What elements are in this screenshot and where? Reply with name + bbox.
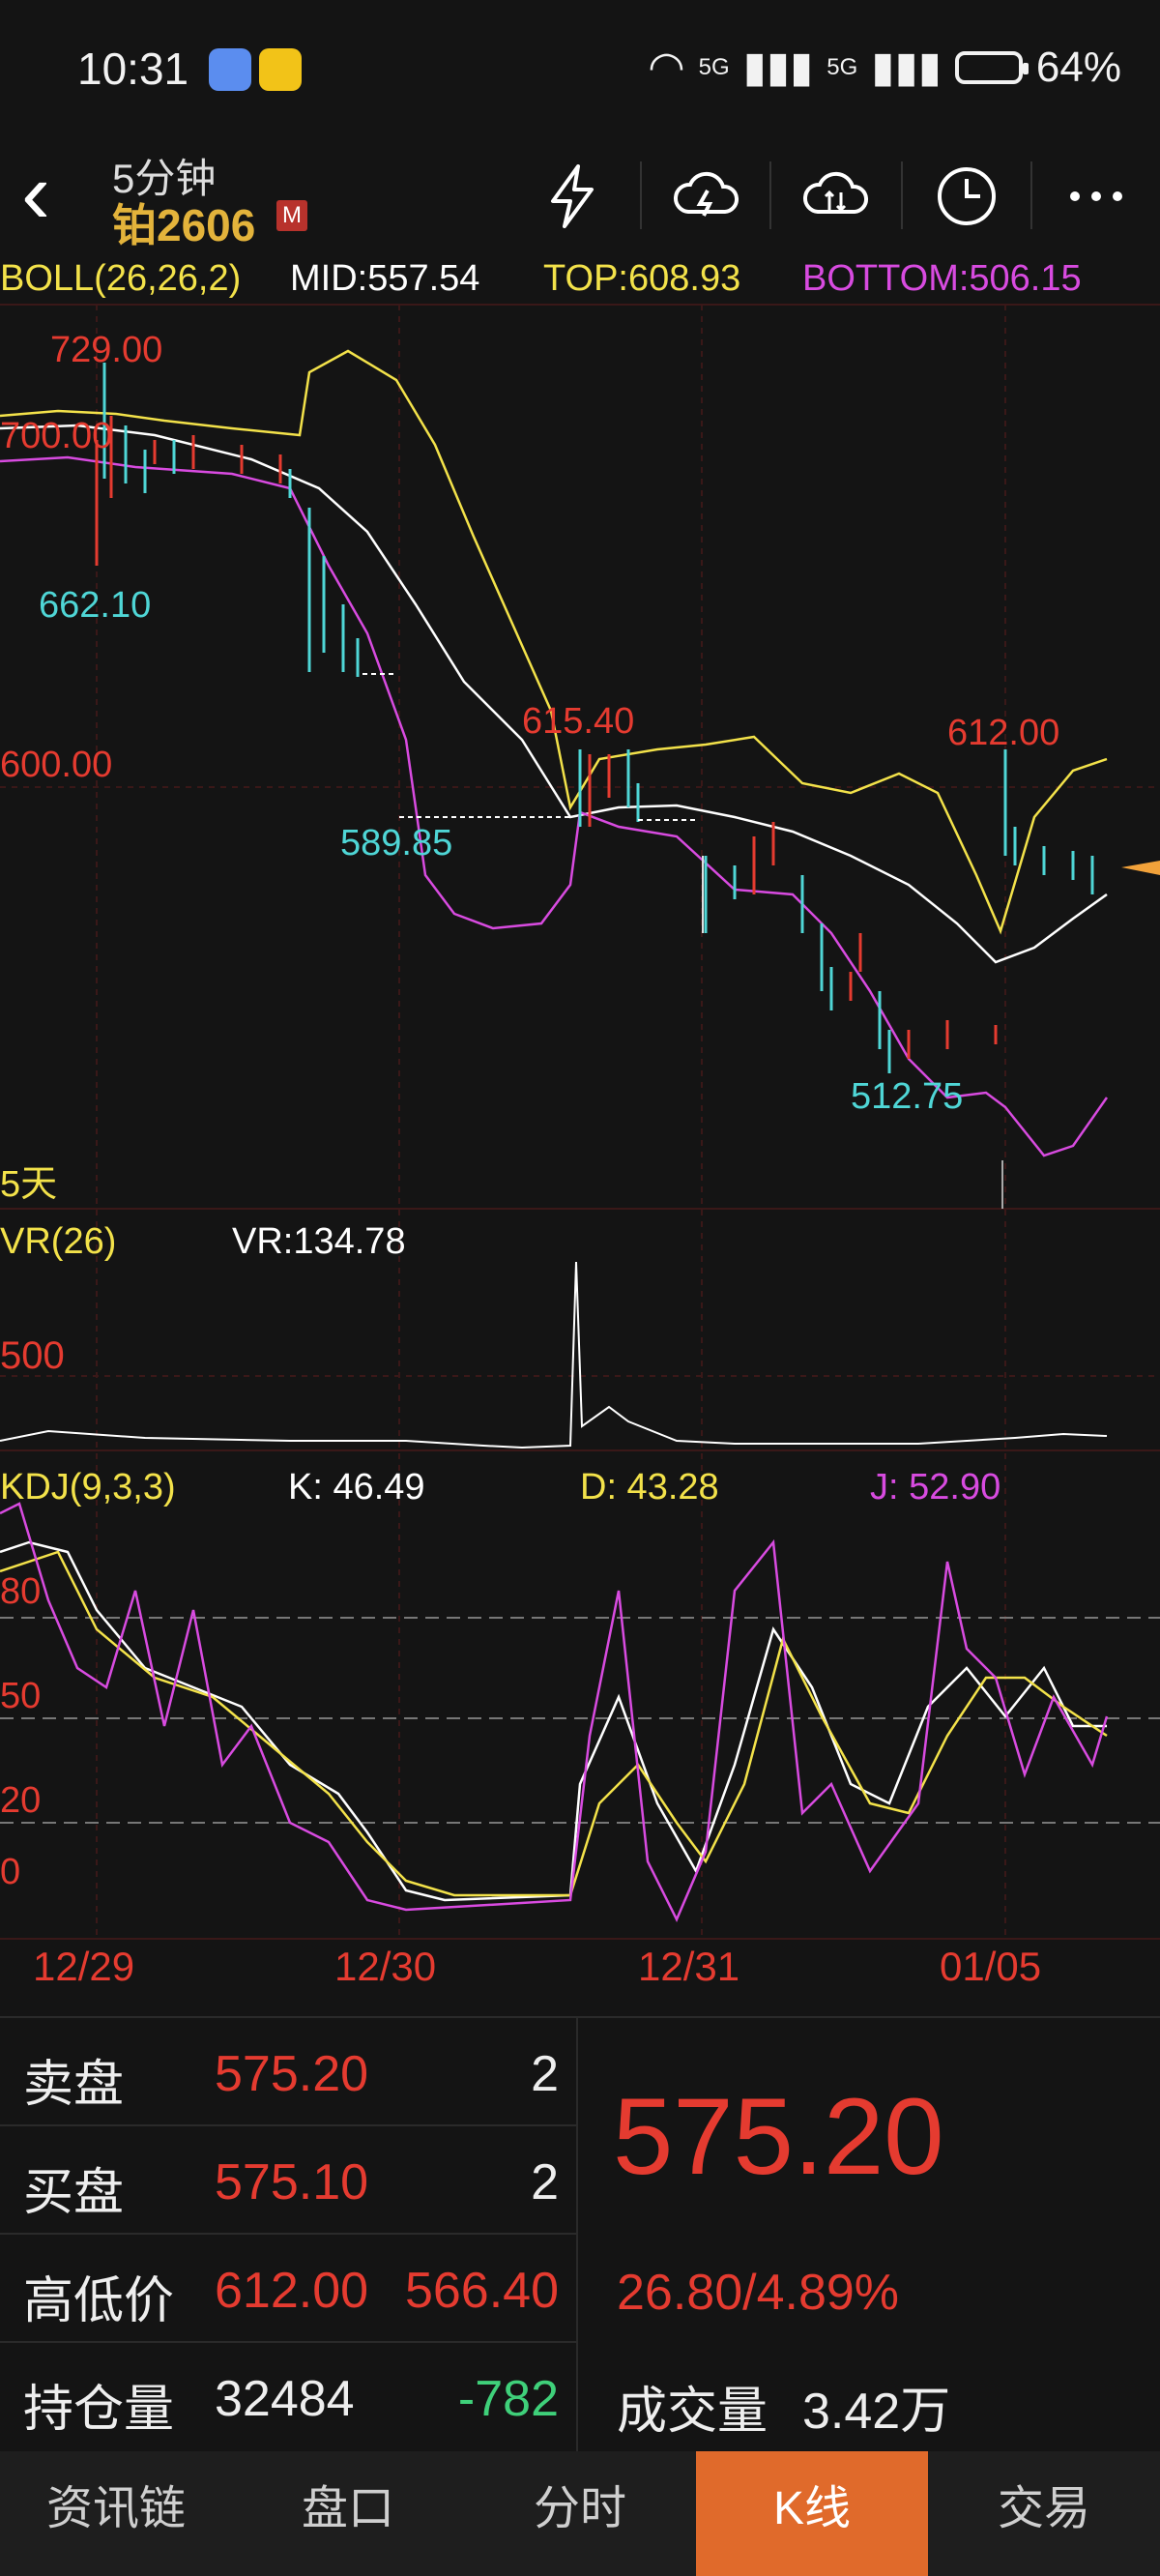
kdj-tick-80: 80 [0, 1571, 42, 1612]
last-price: 575.20 [613, 2076, 944, 2197]
quote-panel: 卖盘 575.20 2 买盘 575.10 2 高低价 612.00 566.4… [0, 2016, 1160, 2451]
kdj-j: J: 52.90 [870, 1467, 1001, 1508]
low-label-662: 662.10 [39, 585, 152, 626]
boll-mid-line [0, 424, 1108, 964]
boll-mid: MID:557.54 [290, 258, 480, 299]
message-app-icon [209, 48, 251, 91]
kdj-tick-50: 50 [0, 1676, 42, 1716]
ask-key: 卖盘 [23, 2057, 125, 2113]
date-label: 12/31 [638, 1944, 740, 1989]
battery-icon [954, 50, 1029, 84]
kline-chart-svg[interactable] [0, 256, 1160, 1987]
ask-volume: 2 [531, 2046, 559, 2102]
status-bar: 10:31 ◠ 5G ▮▮▮ 5G ▮▮▮ 64% [0, 0, 1160, 140]
date-label: 12/30 [334, 1944, 437, 1989]
cloud-flash-icon[interactable] [667, 158, 744, 235]
boll-bottom-line [0, 455, 1109, 1157]
boll-top: TOP:608.93 [543, 258, 741, 299]
vr-value: VR:134.78 [232, 1221, 406, 1262]
date-label: 01/05 [940, 1944, 1042, 1989]
vr-tick-500: 500 [0, 1334, 65, 1377]
mark-612: 612.00 [947, 713, 1060, 753]
signal2-label: 5G [826, 53, 858, 80]
current-price-marker [1121, 861, 1160, 875]
vr-line [0, 1261, 1108, 1449]
bid-row[interactable]: 买盘 575.10 2 [0, 2124, 578, 2235]
ask-price: 575.20 [215, 2046, 369, 2102]
tab-trade[interactable]: 交易 [928, 2451, 1160, 2576]
main-contract-badge: M [276, 200, 307, 231]
kdj-d: D: 43.28 [580, 1467, 719, 1508]
back-arrow-icon[interactable]: ‹ [21, 150, 50, 237]
tab-news-chain[interactable]: 资讯链 [0, 2451, 232, 2576]
mark-512: 512.75 [851, 1076, 964, 1117]
vr-label: VR(26) [0, 1221, 117, 1262]
high-low-key: 高低价 [23, 2273, 175, 2329]
kdj-tick-20: 20 [0, 1780, 42, 1821]
date-label: 12/29 [33, 1944, 135, 1989]
high-low-row: 高低价 612.00 566.40 [0, 2233, 578, 2343]
bid-price: 575.10 [215, 2154, 369, 2210]
battery-percent: 64% [1035, 43, 1121, 91]
kline-chart[interactable]: BOLL(26,26,2) MID:557.54 TOP:608.93 BOTT… [0, 256, 1160, 1989]
signal1-label: 5G [698, 53, 730, 80]
bid-key: 买盘 [23, 2165, 125, 2221]
bottom-tab-bar: 资讯链 盘口 分时 K线 交易 [0, 2451, 1160, 2576]
bid-volume: 2 [531, 2154, 559, 2210]
lightning-icon[interactable] [534, 158, 611, 235]
contract-name: 铂2606 [112, 200, 256, 250]
low-price: 566.40 [404, 2263, 559, 2319]
volume-value: 3.42万 [802, 2384, 951, 2440]
status-time: 10:31 [77, 44, 189, 94]
boll-label: BOLL(26,26,2) [0, 258, 242, 299]
signal-bars-icon-2: ▮▮▮ [871, 44, 942, 91]
open-interest-change: -782 [457, 2371, 559, 2427]
weibo-app-icon [259, 48, 302, 91]
high-label-729: 729.00 [50, 330, 163, 370]
cloud-sync-icon[interactable] [797, 158, 874, 235]
volume-key: 成交量 [617, 2384, 768, 2440]
price-change: 26.80/4.89% [617, 2265, 900, 2321]
tab-kline[interactable]: K线 [696, 2451, 928, 2576]
ask-row[interactable]: 卖盘 575.20 2 [0, 2016, 578, 2126]
signal-bars-icon: ▮▮▮ [742, 44, 814, 91]
mark-615: 615.40 [522, 701, 635, 742]
tab-intraday[interactable]: 分时 [464, 2451, 696, 2576]
open-interest-value: 32484 [215, 2371, 355, 2427]
clock-icon[interactable] [928, 158, 1005, 235]
range-label: 5天 [0, 1164, 58, 1205]
boll-bottom: BOTTOM:506.15 [802, 258, 1082, 299]
axis-700: 700.00 [0, 416, 113, 456]
kdj-label: KDJ(9,3,3) [0, 1467, 176, 1508]
kdj-j-line [0, 1502, 1109, 1922]
kdj-k: K: 46.49 [288, 1467, 425, 1508]
tab-order-book[interactable]: 盘口 [232, 2451, 464, 2576]
open-interest-row: 持仓量 32484 -782 [0, 2341, 578, 2449]
kdj-tick-0: 0 [0, 1852, 21, 1892]
high-price: 612.00 [215, 2263, 369, 2319]
wifi-icon: ◠ [648, 44, 685, 91]
status-indicators: ◠ 5G ▮▮▮ 5G ▮▮▮ 64% [648, 43, 1121, 92]
more-icon[interactable] [1058, 158, 1135, 235]
mark-589: 589.85 [340, 823, 453, 864]
open-interest-key: 持仓量 [23, 2382, 175, 2438]
app-header: ‹ 5分钟 铂2606 M [0, 140, 1160, 256]
axis-600: 600.00 [0, 745, 113, 785]
